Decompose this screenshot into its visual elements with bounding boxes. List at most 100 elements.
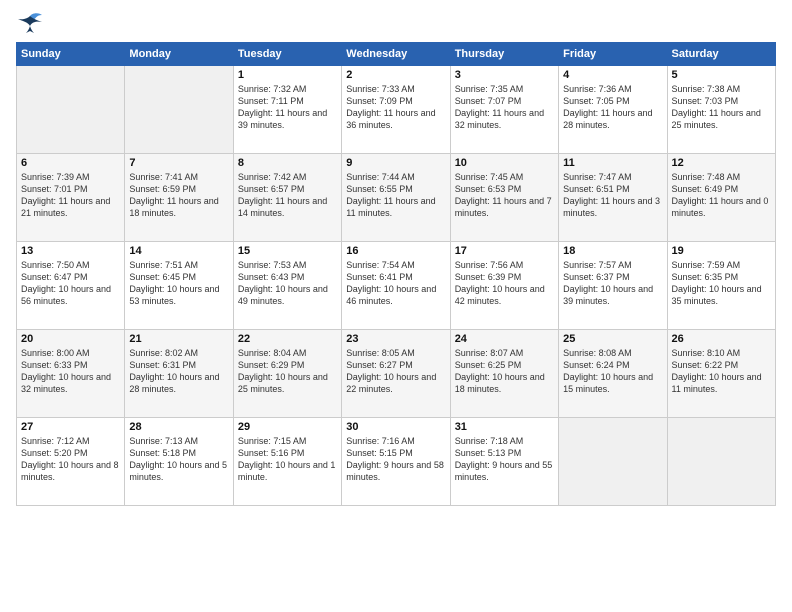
day-number: 2 — [346, 69, 445, 81]
calendar-cell: 3Sunrise: 7:35 AM Sunset: 7:07 PM Daylig… — [450, 66, 558, 154]
day-number: 22 — [238, 333, 337, 345]
day-number: 11 — [563, 157, 662, 169]
calendar-cell: 24Sunrise: 8:07 AM Sunset: 6:25 PM Dayli… — [450, 330, 558, 418]
day-number: 27 — [21, 421, 120, 433]
calendar-cell — [559, 418, 667, 506]
day-number: 8 — [238, 157, 337, 169]
day-info: Sunrise: 7:32 AM Sunset: 7:11 PM Dayligh… — [238, 83, 337, 132]
calendar-cell: 8 Sunrise: 7:42 AM Sunset: 6:57 PM Daylig… — [233, 154, 341, 242]
day-info: Sunrise: 7:33 AM Sunset: 7:09 PM Dayligh… — [346, 83, 445, 132]
calendar-header-tuesday: Tuesday — [233, 43, 341, 66]
calendar-cell: 14 Sunrise: 7:51 AM Sunset: 6:45 PM Dayli… — [125, 242, 233, 330]
calendar-cell: 9 Sunrise: 7:44 AM Sunset: 6:55 PM Daylig… — [342, 154, 450, 242]
calendar-cell: 7Sunrise: 7:41 AM Sunset: 6:59 PM Daylig… — [125, 154, 233, 242]
calendar-cell: 1 Sunrise: 7:32 AM Sunset: 7:11 PM Daylig… — [233, 66, 341, 154]
calendar-week-2: 6 Sunrise: 7:39 AM Sunset: 7:01 PM Daylig… — [17, 154, 776, 242]
day-number: 21 — [129, 333, 228, 345]
calendar-cell: 25 Sunrise: 8:08 AM Sunset: 6:24 PM Dayli… — [559, 330, 667, 418]
calendar-cell — [667, 418, 775, 506]
day-info: Sunrise: 8:02 AM Sunset: 6:31 PM Dayligh… — [129, 347, 228, 396]
day-number: 30 — [346, 421, 445, 433]
day-info: Sunrise: 8:08 AM Sunset: 6:24 PM Dayligh… — [563, 347, 662, 396]
calendar-cell: 2 Sunrise: 7:33 AM Sunset: 7:09 PM Daylig… — [342, 66, 450, 154]
calendar-header-wednesday: Wednesday — [342, 43, 450, 66]
day-number: 25 — [563, 333, 662, 345]
day-number: 14 — [129, 245, 228, 257]
calendar-cell: 18 Sunrise: 7:57 AM Sunset: 6:37 PM Dayli… — [559, 242, 667, 330]
day-info: Sunrise: 7:15 AM Sunset: 5:16 PM Dayligh… — [238, 435, 337, 484]
header — [16, 12, 776, 34]
day-info: Sunrise: 8:07 AM Sunset: 6:25 PM Dayligh… — [455, 347, 554, 396]
day-number: 28 — [129, 421, 228, 433]
day-info: Sunrise: 7:44 AM Sunset: 6:55 PM Dayligh… — [346, 171, 445, 220]
calendar-cell: 15 Sunrise: 7:53 AM Sunset: 6:43 PM Dayli… — [233, 242, 341, 330]
day-info: Sunrise: 7:16 AM Sunset: 5:15 PM Dayligh… — [346, 435, 445, 484]
calendar-cell: 12Sunrise: 7:48 AM Sunset: 6:49 PM Dayli… — [667, 154, 775, 242]
day-number: 10 — [455, 157, 554, 169]
calendar-cell — [17, 66, 125, 154]
calendar-cell: 17 Sunrise: 7:56 AM Sunset: 6:39 PM Dayli… — [450, 242, 558, 330]
calendar-header-row: SundayMondayTuesdayWednesdayThursdayFrid… — [17, 43, 776, 66]
day-info: Sunrise: 7:53 AM Sunset: 6:43 PM Dayligh… — [238, 259, 337, 308]
calendar-cell — [125, 66, 233, 154]
calendar-cell: 27Sunrise: 7:12 AM Sunset: 5:20 PM Dayli… — [17, 418, 125, 506]
calendar-cell: 4 Sunrise: 7:36 AM Sunset: 7:05 PM Daylig… — [559, 66, 667, 154]
day-number: 6 — [21, 157, 120, 169]
day-info: Sunrise: 7:38 AM Sunset: 7:03 PM Dayligh… — [672, 83, 771, 132]
day-info: Sunrise: 7:56 AM Sunset: 6:39 PM Dayligh… — [455, 259, 554, 308]
calendar-table: SundayMondayTuesdayWednesdayThursdayFrid… — [16, 42, 776, 506]
day-number: 17 — [455, 245, 554, 257]
calendar-cell: 21 Sunrise: 8:02 AM Sunset: 6:31 PM Dayli… — [125, 330, 233, 418]
day-number: 1 — [238, 69, 337, 81]
day-info: Sunrise: 7:36 AM Sunset: 7:05 PM Dayligh… — [563, 83, 662, 132]
calendar-header-sunday: Sunday — [17, 43, 125, 66]
day-info: Sunrise: 7:13 AM Sunset: 5:18 PM Dayligh… — [129, 435, 228, 484]
calendar-week-5: 27Sunrise: 7:12 AM Sunset: 5:20 PM Dayli… — [17, 418, 776, 506]
calendar-header-friday: Friday — [559, 43, 667, 66]
day-info: Sunrise: 8:05 AM Sunset: 6:27 PM Dayligh… — [346, 347, 445, 396]
day-number: 31 — [455, 421, 554, 433]
day-number: 19 — [672, 245, 771, 257]
calendar-header-monday: Monday — [125, 43, 233, 66]
day-info: Sunrise: 7:47 AM Sunset: 6:51 PM Dayligh… — [563, 171, 662, 220]
day-number: 18 — [563, 245, 662, 257]
day-info: Sunrise: 7:42 AM Sunset: 6:57 PM Dayligh… — [238, 171, 337, 220]
calendar-cell: 10 Sunrise: 7:45 AM Sunset: 6:53 PM Dayli… — [450, 154, 558, 242]
calendar-cell: 22 Sunrise: 8:04 AM Sunset: 6:29 PM Dayli… — [233, 330, 341, 418]
calendar-week-3: 13Sunrise: 7:50 AM Sunset: 6:47 PM Dayli… — [17, 242, 776, 330]
calendar-cell: 6 Sunrise: 7:39 AM Sunset: 7:01 PM Daylig… — [17, 154, 125, 242]
logo-icon — [16, 12, 44, 34]
day-number: 15 — [238, 245, 337, 257]
day-number: 13 — [21, 245, 120, 257]
day-number: 4 — [563, 69, 662, 81]
calendar-cell: 13Sunrise: 7:50 AM Sunset: 6:47 PM Dayli… — [17, 242, 125, 330]
day-info: Sunrise: 7:57 AM Sunset: 6:37 PM Dayligh… — [563, 259, 662, 308]
day-number: 9 — [346, 157, 445, 169]
day-info: Sunrise: 7:45 AM Sunset: 6:53 PM Dayligh… — [455, 171, 554, 220]
day-info: Sunrise: 7:18 AM Sunset: 5:13 PM Dayligh… — [455, 435, 554, 484]
calendar-cell: 26 Sunrise: 8:10 AM Sunset: 6:22 PM Dayli… — [667, 330, 775, 418]
calendar-header-thursday: Thursday — [450, 43, 558, 66]
day-info: Sunrise: 7:51 AM Sunset: 6:45 PM Dayligh… — [129, 259, 228, 308]
day-number: 20 — [21, 333, 120, 345]
calendar-cell: 29 Sunrise: 7:15 AM Sunset: 5:16 PM Dayli… — [233, 418, 341, 506]
day-number: 26 — [672, 333, 771, 345]
calendar-cell: 16Sunrise: 7:54 AM Sunset: 6:41 PM Dayli… — [342, 242, 450, 330]
calendar-cell: 31 Sunrise: 7:18 AM Sunset: 5:13 PM Dayli… — [450, 418, 558, 506]
day-number: 7 — [129, 157, 228, 169]
calendar-header-saturday: Saturday — [667, 43, 775, 66]
calendar-cell: 20 Sunrise: 8:00 AM Sunset: 6:33 PM Dayli… — [17, 330, 125, 418]
day-number: 16 — [346, 245, 445, 257]
day-info: Sunrise: 7:48 AM Sunset: 6:49 PM Dayligh… — [672, 171, 771, 220]
calendar-week-4: 20 Sunrise: 8:00 AM Sunset: 6:33 PM Dayli… — [17, 330, 776, 418]
day-info: Sunrise: 8:00 AM Sunset: 6:33 PM Dayligh… — [21, 347, 120, 396]
calendar-cell: 30 Sunrise: 7:16 AM Sunset: 5:15 PM Dayli… — [342, 418, 450, 506]
day-info: Sunrise: 8:10 AM Sunset: 6:22 PM Dayligh… — [672, 347, 771, 396]
day-info: Sunrise: 8:04 AM Sunset: 6:29 PM Dayligh… — [238, 347, 337, 396]
day-info: Sunrise: 7:39 AM Sunset: 7:01 PM Dayligh… — [21, 171, 120, 220]
calendar-week-1: 1 Sunrise: 7:32 AM Sunset: 7:11 PM Daylig… — [17, 66, 776, 154]
day-number: 5 — [672, 69, 771, 81]
day-number: 29 — [238, 421, 337, 433]
calendar-cell: 23Sunrise: 8:05 AM Sunset: 6:27 PM Dayli… — [342, 330, 450, 418]
calendar-cell: 19Sunrise: 7:59 AM Sunset: 6:35 PM Dayli… — [667, 242, 775, 330]
